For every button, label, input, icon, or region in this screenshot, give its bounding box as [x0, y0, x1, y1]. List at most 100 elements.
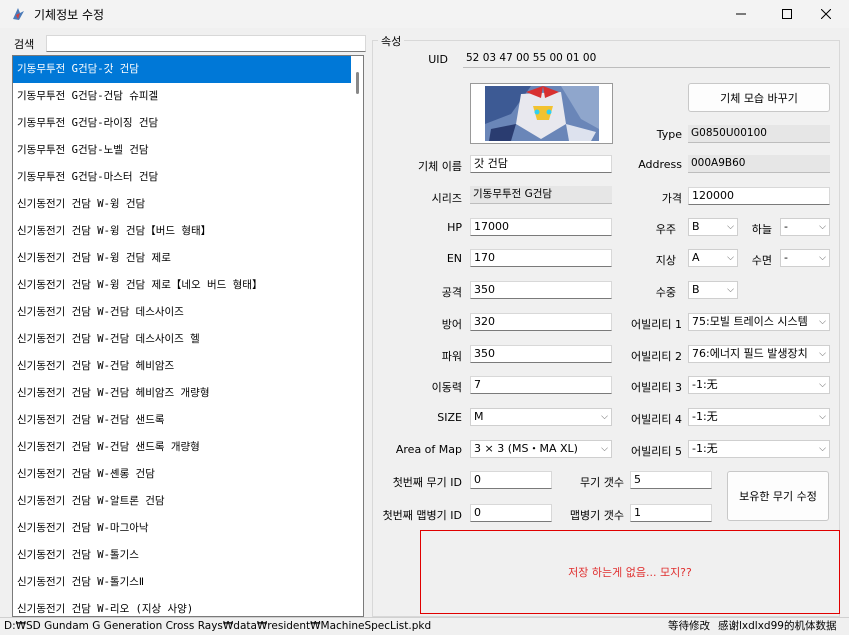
price-input[interactable]: 120000	[688, 187, 830, 205]
list-item[interactable]: 신기동전기 건담 W-윙 건담 제로	[13, 245, 363, 272]
chevron-down-icon: ⌵	[819, 380, 826, 390]
list-item[interactable]: 신기동전기 건담 W-톨기스	[13, 542, 363, 569]
list-item[interactable]: 기동무투전 G건담-건담 슈피겔	[13, 83, 363, 110]
list-item[interactable]: 기동무투전 G건담-라이징 건담	[13, 110, 363, 137]
ability3-select[interactable]: -1:无 ⌵	[688, 376, 830, 394]
list-item[interactable]: 신기동전기 건담 W-건담 데스사이즈	[13, 299, 363, 326]
attack-input[interactable]: 350	[470, 281, 612, 299]
list-item[interactable]: 신기동전기 건담 W-알트론 건담	[13, 488, 363, 515]
chevron-down-icon: ⌵	[819, 317, 826, 327]
minimize-icon	[736, 13, 746, 15]
map-weapon-id-input[interactable]: 0	[470, 504, 552, 522]
list-item[interactable]: 신기동전기 건담 W-건담 샌드록 개량형	[13, 434, 363, 461]
ability3-label: 어빌리티 3	[631, 381, 682, 394]
weapon-count-input[interactable]: 5	[630, 471, 712, 489]
edit-weapons-button[interactable]: 보유한 무기 수정	[727, 471, 829, 521]
app-icon	[10, 6, 26, 22]
chevron-down-icon: ⌵	[819, 222, 826, 232]
close-button[interactable]	[803, 0, 849, 28]
ability5-label: 어빌리티 5	[631, 445, 682, 458]
chevron-down-icon: ⌵	[727, 253, 734, 263]
search-input[interactable]	[46, 35, 366, 52]
list-item[interactable]: 신기동전기 건담 W-리오 (지상 사양)	[13, 596, 363, 616]
list-item[interactable]: 신기동전기 건담 W-셴롱 건담	[13, 461, 363, 488]
chevron-down-icon: ⌵	[727, 222, 734, 232]
name-input[interactable]: 갓 건담	[470, 155, 612, 173]
ability3-value: -1:无	[692, 378, 718, 391]
list-item[interactable]: 신기동전기 건담 W-건담 헤비암즈	[13, 353, 363, 380]
chevron-down-icon: ⌵	[601, 412, 608, 422]
power-input[interactable]: 350	[470, 345, 612, 363]
ability2-value: 76:에너지 필드 발생장치	[692, 347, 808, 360]
list-item[interactable]: 신기동전기 건담 W-건담 샌드록	[13, 407, 363, 434]
list-item[interactable]: 기동무투전 G건담-노벨 건담	[13, 137, 363, 164]
list-item[interactable]: 신기동전기 건담 W-윙 건담	[13, 191, 363, 218]
chevron-down-icon: ⌵	[819, 349, 826, 359]
ability4-select[interactable]: -1:无 ⌵	[688, 408, 830, 426]
space-value: B	[692, 220, 700, 233]
list-scrollbar[interactable]	[351, 56, 363, 616]
address-label: Address	[638, 158, 682, 171]
map-weapon-count-input[interactable]: 1	[630, 504, 712, 522]
ground-value: A	[692, 251, 700, 264]
status-file-path: D:₩SD Gundam G Generation Cross Rays₩dat…	[4, 620, 432, 632]
maximize-icon	[782, 9, 792, 19]
chevron-down-icon: ⌵	[819, 444, 826, 454]
attack-label: 공격	[441, 286, 462, 299]
sky-select[interactable]: - ⌵	[780, 218, 830, 236]
underwater-select[interactable]: B ⌵	[688, 281, 738, 299]
unit-portrait	[470, 83, 613, 144]
type-value: G0850U00100	[688, 125, 830, 143]
price-label: 가격	[661, 192, 682, 205]
notice-text: 저장 하는게 없음... 모지??	[568, 566, 692, 579]
weapon-id-label: 첫번째 무기 ID	[392, 476, 462, 489]
defense-input[interactable]: 320	[470, 313, 612, 331]
list-item[interactable]: 신기동전기 건담 W-건담 헤비암즈 개량형	[13, 380, 363, 407]
surface-label: 수면	[751, 254, 772, 267]
sky-value: -	[784, 220, 788, 233]
list-item[interactable]: 신기동전기 건담 W-윙 건담【버드 형태】	[13, 218, 363, 245]
surface-value: -	[784, 251, 788, 264]
ability1-value: 75:모빌 트레이스 시스템	[692, 315, 808, 328]
status-bar: D:₩SD Gundam G Generation Cross Rays₩dat…	[0, 617, 849, 635]
size-label: SIZE	[437, 411, 462, 424]
ground-select[interactable]: A ⌵	[688, 249, 738, 267]
underwater-label: 수중	[655, 286, 676, 299]
hp-input[interactable]: 17000	[470, 218, 612, 236]
uid-label: UID	[428, 53, 448, 66]
status-credit: 感谢lxdlxd99的机体数据	[718, 620, 837, 632]
space-select[interactable]: B ⌵	[688, 218, 738, 236]
change-appearance-button[interactable]: 기체 모습 바꾸기	[688, 83, 830, 112]
en-input[interactable]: 170	[470, 249, 612, 267]
ability5-select[interactable]: -1:无 ⌵	[688, 440, 830, 458]
ground-label: 지상	[655, 254, 676, 267]
size-value: M	[474, 410, 484, 423]
map-select[interactable]: 3 × 3 (MS・MA XL) ⌵	[470, 440, 612, 458]
list-item[interactable]: 신기동전기 건담 W-건담 데스사이즈 헬	[13, 326, 363, 353]
sky-label: 하늘	[751, 223, 772, 236]
list-item[interactable]: 기동무투전 G건담-갓 건담	[13, 56, 351, 83]
type-label: Type	[656, 128, 682, 141]
weapon-id-input[interactable]: 0	[470, 471, 552, 489]
move-input[interactable]: 7	[470, 376, 612, 394]
list-item[interactable]: 신기동전기 건담 W-톨기스Ⅱ	[13, 569, 363, 596]
minimize-button[interactable]	[718, 0, 764, 28]
size-select[interactable]: M ⌵	[470, 408, 612, 426]
properties-group-title: 속성	[378, 33, 405, 49]
uid-value: 52 03 47 00 55 00 01 00	[463, 50, 830, 68]
list-item[interactable]: 신기동전기 건담 W-마그아낙	[13, 515, 363, 542]
space-label: 우주	[655, 223, 676, 236]
surface-select[interactable]: - ⌵	[780, 249, 830, 267]
address-value: 000A9B60	[688, 155, 830, 173]
weapon-count-label: 무기 갯수	[580, 476, 624, 489]
underwater-value: B	[692, 283, 700, 296]
window-title: 기체정보 수정	[34, 7, 105, 22]
ability1-select[interactable]: 75:모빌 트레이스 시스템 ⌵	[688, 313, 830, 331]
chevron-down-icon: ⌵	[601, 444, 608, 454]
machine-list[interactable]: 기동무투전 G건담-갓 건담 기동무투전 G건담-건담 슈피겔 기동무투전 G건담-…	[12, 55, 364, 617]
list-item[interactable]: 기동무투전 G건담-마스터 건담	[13, 164, 363, 191]
scrollbar-thumb[interactable]	[356, 72, 359, 94]
list-item[interactable]: 신기동전기 건담 W-윙 건담 제로【네오 버드 형태】	[13, 272, 363, 299]
ability2-select[interactable]: 76:에너지 필드 발생장치 ⌵	[688, 345, 830, 363]
map-value: 3 × 3 (MS・MA XL)	[474, 442, 578, 455]
